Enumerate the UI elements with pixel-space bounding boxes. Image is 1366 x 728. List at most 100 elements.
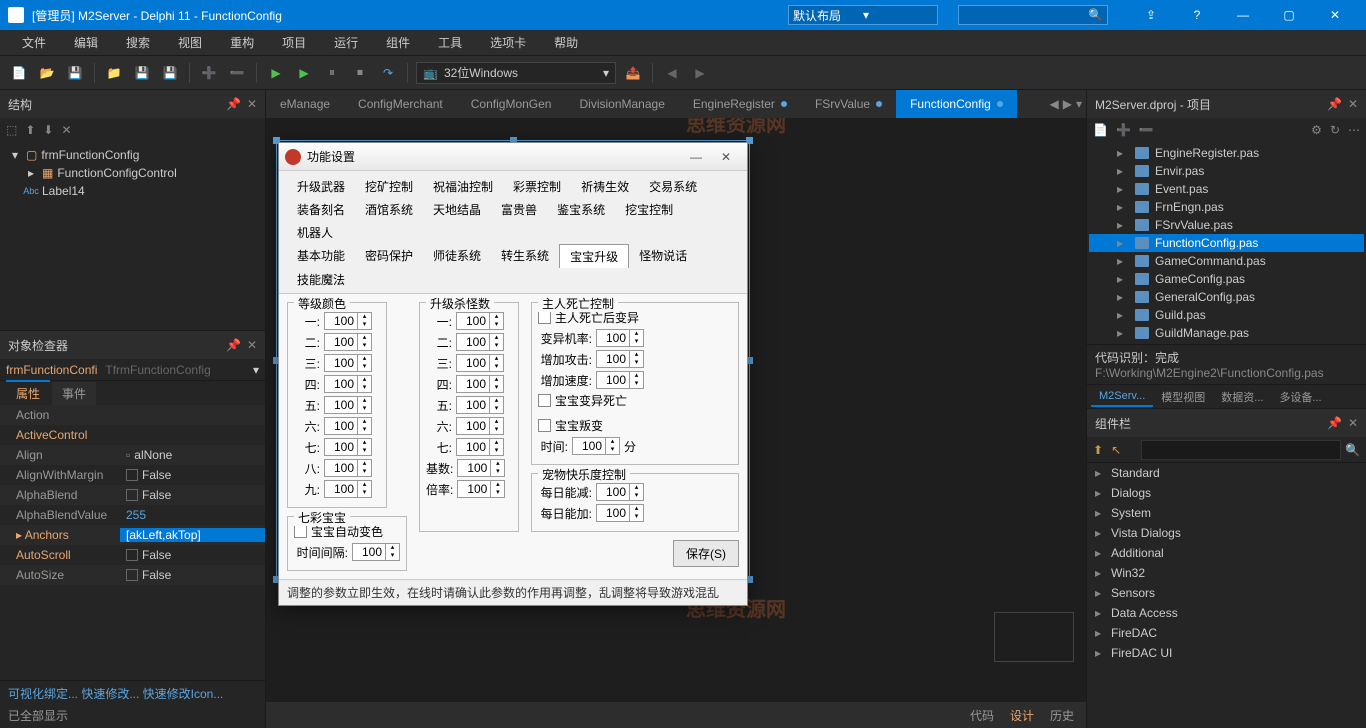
form-tab[interactable]: 彩票控制 [503, 175, 571, 198]
view-design[interactable]: 设计 [1010, 707, 1034, 724]
spinner[interactable]: 100▴▾ [596, 504, 644, 522]
back-icon[interactable]: ◀ [661, 62, 683, 84]
spinner[interactable]: 100▴▾ [596, 350, 644, 368]
close-panel-icon[interactable]: ✕ [1348, 416, 1358, 430]
palette-category[interactable]: ▸Additional [1087, 543, 1366, 563]
spinner[interactable]: 100▴▾ [457, 480, 505, 498]
editor-tab[interactable]: ConfigMerchant [344, 90, 457, 118]
spinner[interactable]: 100▴▾ [456, 396, 504, 414]
project-tab[interactable]: 数据资... [1213, 386, 1271, 408]
project-file[interactable]: ▸FunctionConfig.pas [1089, 234, 1364, 252]
project-file[interactable]: ▸GeneralConfig.pas [1089, 288, 1364, 306]
prop-name[interactable]: Align [0, 448, 120, 462]
editor-tab[interactable]: DivisionManage [565, 90, 678, 118]
prop-value[interactable]: False [120, 488, 265, 502]
project-file[interactable]: ▸FrnEngn.pas [1089, 198, 1364, 216]
action-icon[interactable]: ⬚ [6, 123, 17, 137]
menu-编辑[interactable]: 编辑 [60, 30, 112, 55]
editor-tab[interactable]: FSrvValue [801, 90, 896, 118]
palette-category[interactable]: ▸Vista Dialogs [1087, 523, 1366, 543]
spinner[interactable]: 100▴▾ [456, 438, 504, 456]
help-icon[interactable]: ? [1174, 0, 1220, 30]
minimize-button[interactable]: — [1220, 0, 1266, 30]
tree-root[interactable]: ▾▢frmFunctionConfig [4, 146, 261, 164]
spinner[interactable]: 100▴▾ [324, 375, 372, 393]
form-tab[interactable]: 挖矿控制 [355, 175, 423, 198]
pin-icon[interactable]: 📌 [1327, 416, 1342, 430]
prop-name[interactable]: AutoScroll [0, 548, 120, 562]
deploy-icon[interactable]: 📤 [622, 62, 644, 84]
spinner-interval[interactable]: 100▴▾ [352, 543, 400, 561]
save-button[interactable]: 保存(S) [673, 540, 739, 567]
close-panel-icon[interactable]: ✕ [247, 97, 257, 111]
project-file[interactable]: ▸EngineRegister.pas [1089, 144, 1364, 162]
palette-search[interactable] [1141, 440, 1341, 460]
forward-icon[interactable]: ▶ [689, 62, 711, 84]
palette-category[interactable]: ▸FireDAC UI [1087, 643, 1366, 663]
prop-value[interactable]: False [120, 568, 265, 582]
prop-value[interactable]: [akLeft,akTop] [120, 528, 265, 542]
view-code[interactable]: 代码 [970, 707, 994, 724]
layout-combo[interactable]: 默认布局▾ [788, 5, 938, 25]
form-tab[interactable]: 密码保护 [355, 244, 423, 268]
form-tab[interactable]: 基本功能 [287, 244, 355, 268]
search-icon[interactable]: 🔍 [1345, 443, 1360, 457]
menu-运行[interactable]: 运行 [320, 30, 372, 55]
save-all-icon[interactable]: 💾 [131, 62, 153, 84]
stop-button[interactable]: ⏹ [349, 62, 371, 84]
object-selector[interactable]: frmFunctionConfiTfrmFunctionConfig▾ [0, 359, 265, 381]
prop-name[interactable]: AlphaBlend [0, 488, 120, 502]
form-tab[interactable]: 装备刻名 [287, 198, 355, 221]
editor-tab[interactable]: EngineRegister [679, 90, 801, 118]
form-tab[interactable]: 天地结晶 [423, 198, 491, 221]
palette-category[interactable]: ▸FireDAC [1087, 623, 1366, 643]
editor-tab[interactable]: ConfigMonGen [457, 90, 566, 118]
cursor-icon[interactable]: ⬆ [1093, 443, 1103, 457]
tree-item[interactable]: ▸▦FunctionConfigControl [4, 164, 261, 182]
project-file[interactable]: ▸GameCommand.pas [1089, 252, 1364, 270]
palette-category[interactable]: ▸System [1087, 503, 1366, 523]
new-icon[interactable]: 📄 [8, 62, 30, 84]
maximize-button[interactable]: ▢ [1266, 0, 1312, 30]
spinner[interactable]: 100▴▾ [324, 417, 372, 435]
form-tab[interactable]: 酒馆系统 [355, 198, 423, 221]
spinner[interactable]: 100▴▾ [457, 459, 505, 477]
project-tab[interactable]: M2Serv... [1091, 387, 1153, 407]
prop-name[interactable]: AutoSize [0, 568, 120, 582]
form-tab[interactable]: 富贵兽 [491, 198, 547, 221]
form-tab[interactable]: 技能魔法 [287, 268, 355, 291]
design-form[interactable]: 功能设置 — ✕ 升级武器挖矿控制祝福油控制彩票控制祈祷生效交易系统装备刻名酒馆… [278, 142, 748, 606]
titlebar-search[interactable]: 🔍 [958, 5, 1108, 25]
pin-icon[interactable]: 📌 [226, 97, 241, 111]
platform-combo[interactable]: 📺 32位Windows▾ [416, 62, 616, 84]
prop-name[interactable]: Action [0, 408, 120, 422]
step-button[interactable]: ↷ [377, 62, 399, 84]
pause-button[interactable]: ⏸ [321, 62, 343, 84]
form-tab[interactable]: 升级武器 [287, 175, 355, 198]
spinner[interactable]: 100▴▾ [324, 396, 372, 414]
form-close-icon[interactable]: ✕ [711, 150, 741, 164]
form-tab[interactable]: 挖宝控制 [615, 198, 683, 221]
spinner[interactable]: 100▴▾ [572, 437, 620, 455]
prop-name[interactable]: AlphaBlendValue [0, 508, 120, 522]
prop-value[interactable]: False [120, 548, 265, 562]
inspector-links[interactable]: 可视化绑定... 快速修改... 快速修改Icon... [8, 685, 257, 702]
share-icon[interactable]: ⇪ [1128, 0, 1174, 30]
form-minimize-icon[interactable]: — [681, 150, 711, 164]
menu-搜索[interactable]: 搜索 [112, 30, 164, 55]
form-tab[interactable]: 鉴宝系统 [547, 198, 615, 221]
project-file[interactable]: ▸Envir.pas [1089, 162, 1364, 180]
project-file[interactable]: ▸Guild.pas [1089, 306, 1364, 324]
tab-events[interactable]: 事件 [52, 382, 96, 405]
project-file[interactable]: ▸Event.pas [1089, 180, 1364, 198]
editor-tab[interactable]: eManage [266, 90, 344, 118]
project-file[interactable]: ▸FSrvValue.pas [1089, 216, 1364, 234]
tab-properties[interactable]: 属性 [6, 380, 50, 405]
menu-工具[interactable]: 工具 [424, 30, 476, 55]
spinner[interactable]: 100▴▾ [456, 354, 504, 372]
pin-icon[interactable]: 📌 [226, 338, 241, 352]
spinner[interactable]: 100▴▾ [456, 375, 504, 393]
open-project-icon[interactable]: 📁 [103, 62, 125, 84]
form-tab[interactable]: 机器人 [287, 221, 343, 244]
spinner[interactable]: 100▴▾ [324, 438, 372, 456]
